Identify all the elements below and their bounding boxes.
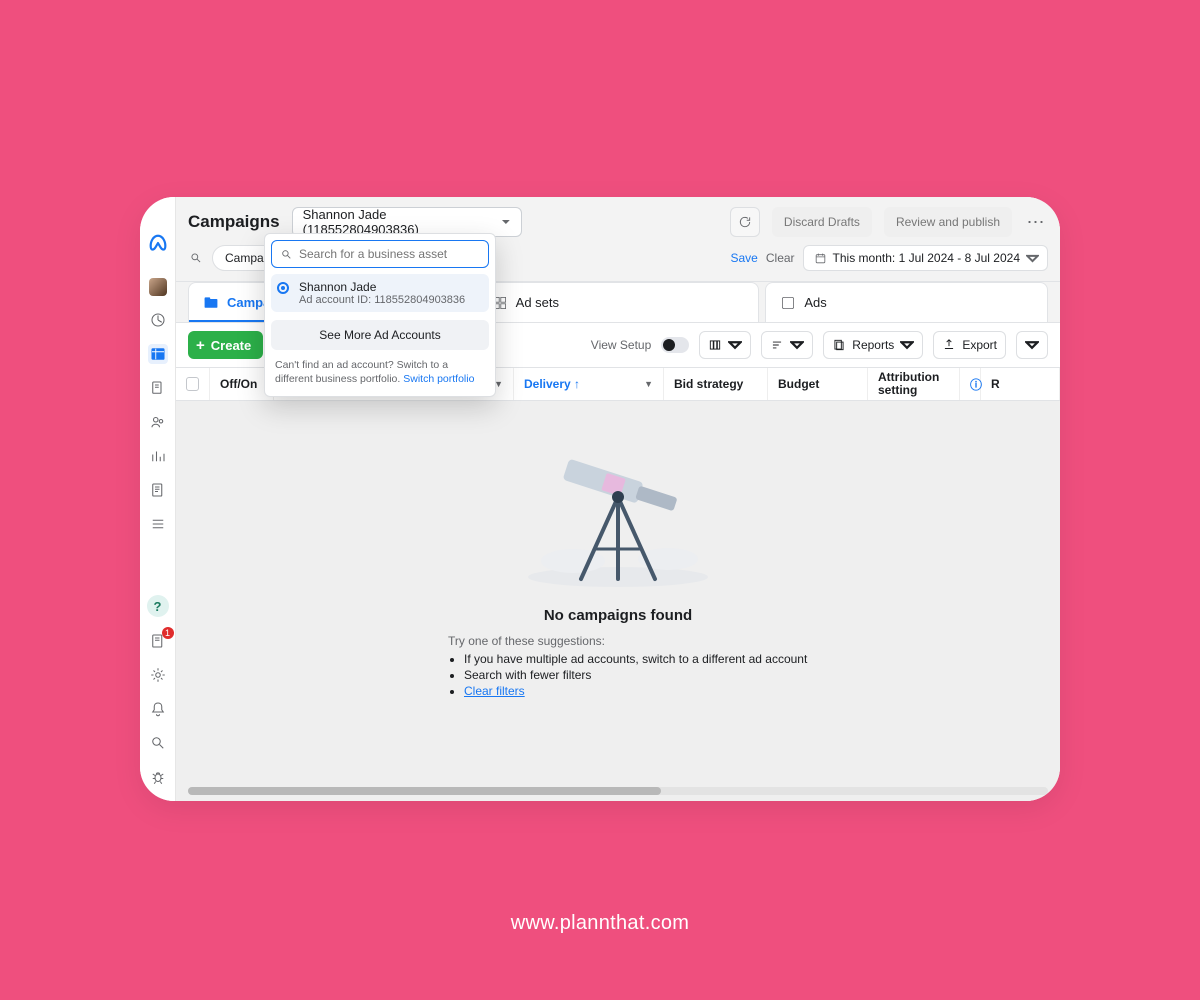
topbar: Campaigns Shannon Jade (118552804903836)…: [176, 197, 1060, 237]
review-publish-button[interactable]: Review and publish: [884, 207, 1012, 237]
horizontal-scrollbar[interactable]: [188, 787, 1048, 795]
folder-icon: [203, 295, 219, 311]
see-more-accounts-button[interactable]: See More Ad Accounts: [271, 320, 489, 350]
nav-analytics-icon[interactable]: [148, 446, 168, 466]
filter-search-icon[interactable]: [188, 251, 204, 265]
app-window: ? 1 Campaigns Shannon Jade (118552804903…: [140, 197, 1060, 801]
nav-audiences-icon[interactable]: [148, 412, 168, 432]
account-option[interactable]: Shannon Jade Ad account ID: 118552804903…: [271, 274, 489, 312]
nav-settings-icon[interactable]: [148, 665, 168, 685]
more-tools-button[interactable]: [1016, 331, 1048, 359]
profile-avatar[interactable]: [149, 278, 167, 296]
breakdown-button[interactable]: [761, 331, 813, 359]
empty-suggestion: Search with fewer filters: [464, 668, 858, 682]
columns-button[interactable]: [699, 331, 751, 359]
more-menu-icon[interactable]: ⋯: [1024, 212, 1048, 233]
chevron-down-icon: [501, 217, 511, 227]
notification-badge: 1: [162, 627, 174, 639]
nav-search-icon[interactable]: [148, 733, 168, 753]
col-attribution[interactable]: Attribution setting: [868, 368, 960, 400]
empty-suggestion: If you have multiple ad accounts, switch…: [464, 652, 858, 666]
ad-icon: [780, 295, 796, 311]
date-range-picker[interactable]: This month: 1 Jul 2024 - 8 Jul 2024: [803, 245, 1048, 271]
calendar-icon: [814, 252, 827, 265]
tab-ads[interactable]: Ads: [765, 282, 1048, 322]
asset-search-input[interactable]: [299, 247, 480, 261]
export-button[interactable]: Export: [933, 331, 1006, 359]
info-icon[interactable]: ⓘ: [960, 368, 981, 400]
meta-logo-icon: [147, 233, 169, 260]
caption-url: www.plannthat.com: [0, 912, 1200, 935]
switch-portfolio-link[interactable]: Switch portfolio: [403, 373, 474, 385]
clear-filters-link[interactable]: Clear filters: [464, 684, 525, 698]
asset-search-field[interactable]: [271, 240, 489, 268]
empty-state: No campaigns found Try one of these sugg…: [176, 401, 1060, 801]
chevron-down-icon: [1026, 252, 1039, 265]
create-button[interactable]: +Create: [188, 331, 263, 359]
radio-selected-icon: [277, 282, 289, 294]
nav-bell-icon[interactable]: [148, 699, 168, 719]
tab-adsets[interactable]: Ad sets: [477, 282, 760, 322]
empty-title: No campaigns found: [378, 607, 858, 624]
empty-try-label: Try one of these suggestions:: [448, 634, 858, 648]
save-filters-link[interactable]: Save: [731, 251, 758, 265]
clear-filters-link[interactable]: Clear: [766, 251, 795, 265]
account-dropdown-panel: Shannon Jade Ad account ID: 118552804903…: [264, 233, 496, 397]
discard-drafts-button[interactable]: Discard Drafts: [772, 207, 872, 237]
nav-billing-icon[interactable]: [148, 480, 168, 500]
telescope-illustration: [523, 439, 713, 589]
app-body: Campaigns Shannon Jade (118552804903836)…: [176, 197, 1060, 801]
nav-adslib-icon[interactable]: [148, 378, 168, 398]
view-setup-label: View Setup: [591, 338, 652, 352]
nav-bug-icon[interactable]: [148, 767, 168, 787]
col-bid-strategy[interactable]: Bid strategy: [664, 368, 768, 400]
scrollbar-thumb[interactable]: [188, 787, 661, 795]
refresh-button[interactable]: [730, 207, 760, 237]
date-range-label: This month: 1 Jul 2024 - 8 Jul 2024: [833, 251, 1020, 265]
search-icon: [280, 248, 293, 261]
view-setup-toggle[interactable]: [661, 337, 689, 353]
nav-campaigns-icon[interactable]: [148, 344, 168, 364]
nav-activity-icon[interactable]: 1: [148, 631, 168, 651]
switch-portfolio-hint: Can't find an ad account? Switch to a di…: [271, 350, 489, 386]
col-results[interactable]: R: [981, 368, 1060, 400]
reports-button[interactable]: Reports: [823, 331, 923, 359]
page-title: Campaigns: [188, 212, 280, 232]
account-option-id: Ad account ID: 118552804903836: [299, 294, 465, 306]
help-button[interactable]: ?: [147, 595, 169, 617]
nav-menu-icon[interactable]: [148, 514, 168, 534]
plus-icon: +: [196, 338, 205, 353]
col-delivery[interactable]: Delivery ↑▼: [514, 368, 664, 400]
col-budget[interactable]: Budget: [768, 368, 868, 400]
account-option-name: Shannon Jade: [299, 280, 465, 294]
left-rail: ? 1: [140, 197, 176, 801]
nav-overview-icon[interactable]: [148, 310, 168, 330]
select-all-checkbox[interactable]: [176, 368, 210, 400]
